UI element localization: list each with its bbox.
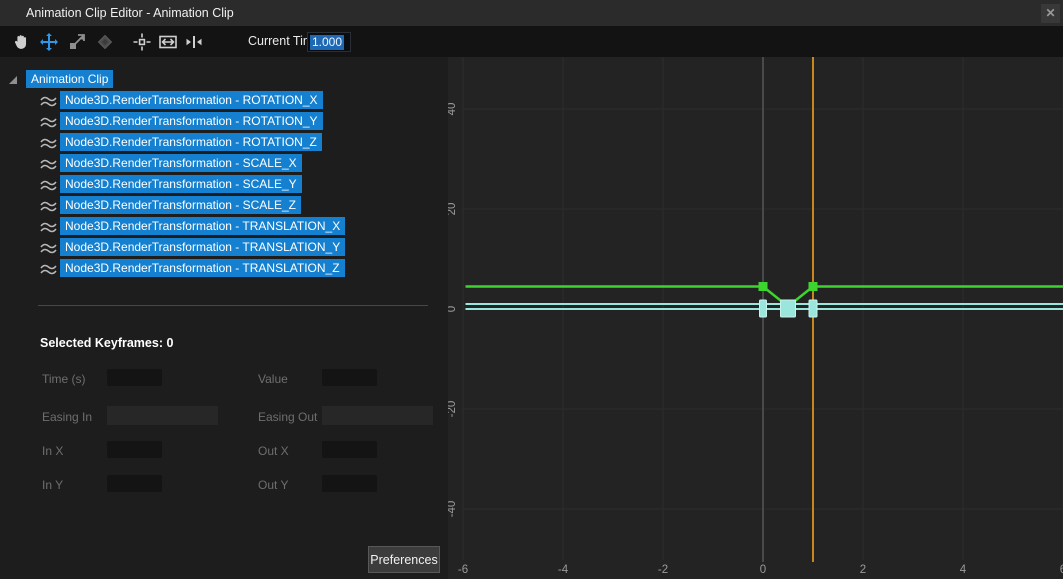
value-field[interactable]	[322, 369, 377, 386]
toolbar: Current Time 1.000	[0, 26, 1063, 57]
scale-tool-icon[interactable]	[65, 30, 88, 53]
cyan-keyframe-marker[interactable]	[781, 300, 796, 317]
tree-item[interactable]: Node3D.RenderTransformation - ROTATION_Z	[60, 133, 322, 151]
animation-curve-icon	[40, 158, 57, 170]
tree-item[interactable]: Node3D.RenderTransformation - SCALE_Z	[60, 196, 301, 214]
animation-clip-editor-window: Animation Clip Editor - Animation Clip ✕	[0, 0, 1063, 579]
in-y-field[interactable]	[107, 475, 162, 492]
value-label: Value	[258, 372, 288, 386]
easing-out-field[interactable]	[322, 406, 433, 425]
animation-curve-icon	[40, 242, 57, 254]
tree-item-label: Node3D.RenderTransformation - TRANSLATIO…	[60, 259, 345, 277]
add-keyframe-diamond-icon[interactable]	[93, 30, 116, 53]
time-label: Time (s)	[42, 372, 86, 386]
center-playhead-icon[interactable]	[130, 30, 153, 53]
tree-item-label: Node3D.RenderTransformation - TRANSLATIO…	[60, 238, 345, 256]
tree-item-label: Node3D.RenderTransformation - SCALE_X	[60, 154, 302, 172]
fit-horizontal-icon[interactable]	[156, 30, 179, 53]
cyan-keyframe-marker[interactable]	[809, 300, 817, 317]
tree-item[interactable]: Node3D.RenderTransformation - ROTATION_Y	[60, 112, 323, 130]
y-axis-tick-label: -20	[448, 401, 458, 418]
y-axis-tick-label: 40	[448, 103, 458, 116]
animation-curve-icon	[40, 200, 57, 212]
animation-curve-icon	[40, 116, 57, 128]
x-axis-tick-label: -6	[458, 564, 468, 576]
out-y-label: Out Y	[258, 478, 288, 492]
tree-item[interactable]: Node3D.RenderTransformation - SCALE_X	[60, 154, 302, 172]
tree-item[interactable]: Node3D.RenderTransformation - SCALE_Y	[60, 175, 302, 193]
tree-item-label: Node3D.RenderTransformation - SCALE_Y	[60, 175, 302, 193]
close-icon[interactable]: ✕	[1041, 4, 1060, 23]
cyan-keyframe-marker[interactable]	[760, 300, 767, 317]
animation-curve-icon	[40, 137, 57, 149]
form-row-easing: Easing In Easing Out	[0, 407, 448, 427]
x-axis-tick-label: -4	[558, 564, 569, 576]
out-x-field[interactable]	[322, 441, 377, 458]
divider	[38, 305, 428, 306]
tree-item-label: Node3D.RenderTransformation - ROTATION_Y	[60, 112, 323, 130]
form-row-in-out-x: In X Out X	[0, 441, 448, 461]
selected-keyframes-heading: Selected Keyframes: 0	[40, 336, 173, 350]
tree-expander-icon[interactable]	[9, 76, 17, 84]
animation-curve-icon	[40, 179, 57, 191]
in-y-label: In Y	[42, 478, 63, 492]
selected-keyframes-count: 0	[166, 336, 173, 350]
curve-canvas[interactable]: -6-4-2024640200-20-40	[448, 57, 1063, 579]
easing-out-label: Easing Out	[258, 410, 317, 424]
y-axis-tick-label: -40	[448, 501, 458, 518]
green-keyframe[interactable]	[759, 282, 768, 291]
x-axis-tick-label: 4	[960, 564, 967, 576]
tree-root-label: Animation Clip	[26, 70, 113, 88]
preferences-button[interactable]: Preferences	[368, 546, 440, 573]
fit-width-icon[interactable]	[182, 30, 205, 53]
titlebar: Animation Clip Editor - Animation Clip ✕	[0, 0, 1063, 26]
current-time-value: 1.000	[310, 35, 344, 50]
tree-item[interactable]: Node3D.RenderTransformation - TRANSLATIO…	[60, 259, 345, 277]
window-title: Animation Clip Editor - Animation Clip	[26, 6, 234, 20]
y-axis-tick-label: 20	[448, 203, 458, 216]
curve-editor[interactable]: -6-4-2024640200-20-40	[448, 57, 1063, 579]
pan-hand-icon[interactable]	[9, 30, 32, 53]
animation-curve-icon	[40, 95, 57, 107]
tree-item[interactable]: Node3D.RenderTransformation - TRANSLATIO…	[60, 217, 345, 235]
in-x-label: In X	[42, 444, 63, 458]
tree-item-label: Node3D.RenderTransformation - TRANSLATIO…	[60, 217, 345, 235]
animation-curve-icon	[40, 263, 57, 275]
x-axis-tick-label: 2	[860, 564, 866, 576]
time-field[interactable]	[107, 369, 162, 386]
form-row-time-value: Time (s) Value	[0, 369, 448, 389]
current-time-input[interactable]: 1.000	[307, 32, 351, 52]
x-axis-tick-label: 0	[760, 564, 766, 576]
green-keyframe[interactable]	[809, 282, 818, 291]
tree-root-row[interactable]: Animation Clip	[26, 70, 113, 88]
x-axis-tick-label: -2	[658, 564, 668, 576]
animation-curve-icon	[40, 221, 57, 233]
tree-item-label: Node3D.RenderTransformation - ROTATION_Z	[60, 133, 322, 151]
out-y-field[interactable]	[322, 475, 377, 492]
easing-in-label: Easing In	[42, 410, 92, 424]
form-row-in-out-y: In Y Out Y	[0, 475, 448, 495]
out-x-label: Out X	[258, 444, 289, 458]
in-x-field[interactable]	[107, 441, 162, 458]
tree-item-label: Node3D.RenderTransformation - ROTATION_X	[60, 91, 323, 109]
easing-in-field[interactable]	[107, 406, 218, 425]
tree-item[interactable]: Node3D.RenderTransformation - ROTATION_X	[60, 91, 323, 109]
tree-item-label: Node3D.RenderTransformation - SCALE_Z	[60, 196, 301, 214]
y-axis-tick-label: 0	[448, 306, 458, 312]
left-panel: Animation Clip Node3D.RenderTransformati…	[0, 57, 448, 579]
tree-item[interactable]: Node3D.RenderTransformation - TRANSLATIO…	[60, 238, 345, 256]
move-tool-icon[interactable]	[37, 30, 60, 53]
